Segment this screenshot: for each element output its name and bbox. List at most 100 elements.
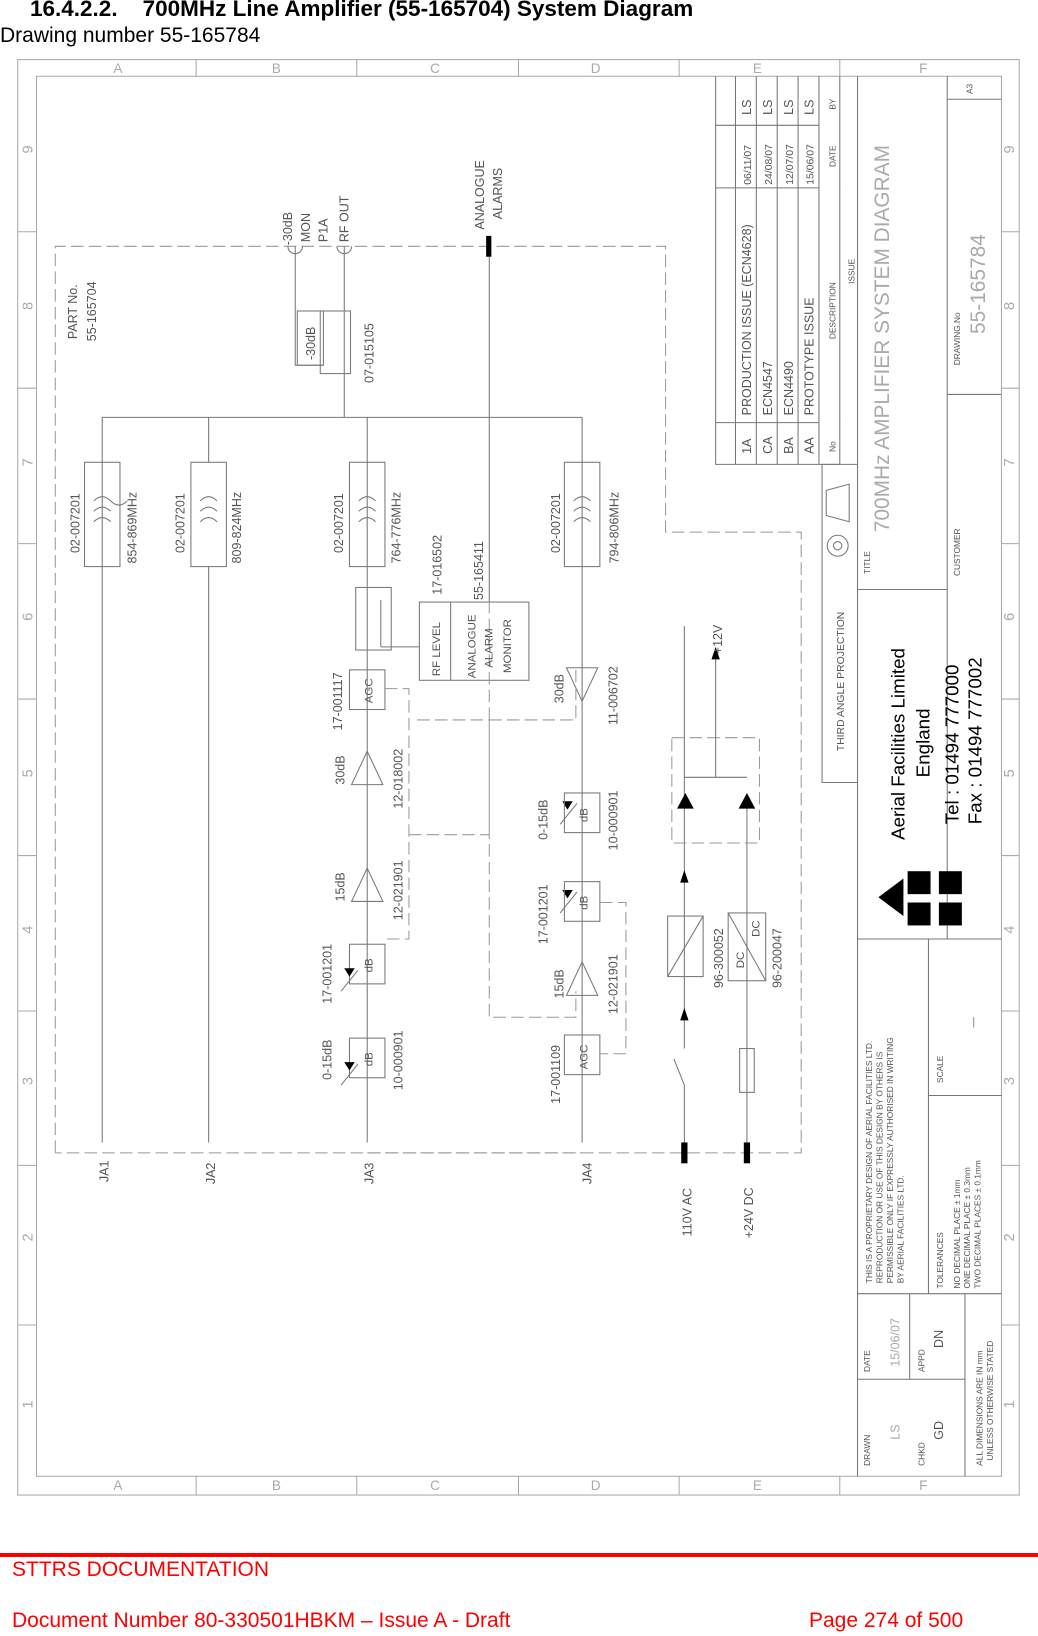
grid-row-label: 3 xyxy=(20,1077,36,1085)
mon-port-label: RF OUT xyxy=(337,195,351,242)
revision-header: DESCRIPTION xyxy=(828,282,838,339)
projection-label: THIRD ANGLE PROJECTION xyxy=(836,612,847,752)
agc-part: 17-001109 xyxy=(549,1045,563,1104)
filter-part: 02-007201 xyxy=(68,493,82,553)
company-fax: Fax : 01494 777002 xyxy=(965,657,986,824)
coupler-part: 07-015105 xyxy=(362,323,376,383)
rf-level-label: RF LEVEL xyxy=(431,622,443,676)
company-country: England xyxy=(913,708,934,777)
dimensions-note: UNLESS OTHERWISE STATED xyxy=(985,1341,995,1461)
grid-column-label: E xyxy=(753,61,762,76)
revision-description: PRODUCTION ISSUE (ECN4628) xyxy=(740,224,754,415)
dcdc-part: 96-200047 xyxy=(770,928,784,988)
drawn-label: DRAWN xyxy=(862,1435,872,1466)
revision-date: 06/11/07 xyxy=(743,145,754,185)
dcdc-label: DC xyxy=(735,952,747,969)
grid-row-label: 5 xyxy=(1002,769,1018,777)
grid-row-label: 7 xyxy=(1002,458,1018,466)
disclaimer-line: REPRODUCTION OR USE OF THIS DESIGN BY OT… xyxy=(875,1051,885,1283)
amp-gain: 15dB xyxy=(333,872,347,901)
filter-band: 764-776MHz xyxy=(390,492,404,564)
attenuator-label: dB xyxy=(578,895,590,909)
dcdc-label: DC xyxy=(750,920,762,937)
grid-row-label: 9 xyxy=(20,145,36,153)
revision-header: BY xyxy=(828,98,838,110)
company-name: Aerial Facilities Limited xyxy=(887,648,908,840)
attenuator-part: 17-001201 xyxy=(537,884,551,944)
tolerances-label: TOLERANCES xyxy=(935,1232,945,1289)
attenuator-label: dB xyxy=(363,1052,375,1066)
port-label: JA4 xyxy=(581,1163,595,1185)
revision-no: BA xyxy=(782,437,796,454)
revision-no: AA xyxy=(803,437,817,454)
revision-header: DATE xyxy=(828,145,838,167)
monitor-box-label: MONITOR xyxy=(502,619,514,673)
part-no-label: PART No. xyxy=(66,284,80,339)
tolerance-line: NO DECIMAL PLACE ± 1mm xyxy=(952,1180,962,1289)
monitor-box-label: ANALOGUE xyxy=(467,614,479,678)
coupler-value: -30dB xyxy=(304,327,318,360)
footer-organisation: STTRS DOCUMENTATION xyxy=(12,1558,270,1581)
grid-column-label: B xyxy=(272,1478,281,1493)
amp-part: 12-021901 xyxy=(392,860,406,920)
agc-label: AGC xyxy=(363,678,375,703)
revision-by: LS xyxy=(803,100,817,115)
agc-part: 17-001117 xyxy=(331,672,345,730)
grid-column-label: F xyxy=(919,61,927,76)
grid-row-label: 9 xyxy=(1002,145,1018,153)
amp-gain: 15dB xyxy=(552,969,566,998)
revision-by: LS xyxy=(782,100,796,115)
drawing-title: 700MHz AMPLIFIER SYSTEM DIAGRAM xyxy=(871,145,894,532)
amp-part: 11-006702 xyxy=(607,666,621,725)
alarms-label: ALARMS xyxy=(491,168,505,219)
filter-band: 794-806MHz xyxy=(608,492,622,564)
grid-row-label: 8 xyxy=(20,302,36,310)
mon-port-label: MON xyxy=(299,213,313,242)
grid-column-label: D xyxy=(591,1478,601,1493)
chkd-value: GD xyxy=(932,1421,946,1440)
logo-triangle xyxy=(878,878,904,917)
chkd-label: CHKD xyxy=(916,1442,926,1466)
tolerance-line: ONE DECIMAL PLACE ± 0.3mm xyxy=(962,1167,972,1288)
attenuator-range: 0-15dB xyxy=(321,1040,335,1080)
revision-description: PROTOTYPE ISSUE xyxy=(803,297,817,415)
revision-date: 12/07/07 xyxy=(785,144,796,185)
scale-label: SCALE xyxy=(935,1055,945,1083)
mon-port-label: P1A xyxy=(317,218,331,242)
disclaimer-line: PERMISSIBLE ONLY IF EXPRESSLY AUTHORISED… xyxy=(885,1037,895,1283)
monitor-part: 55-165411 xyxy=(472,541,486,600)
grid-row-label: 4 xyxy=(20,926,36,934)
attenuator-part: 17-001201 xyxy=(321,944,335,1004)
disclaimer-line: THIS IS A PROPRIETARY DESIGN OF AERIAL F… xyxy=(864,1041,874,1284)
drawing-no: 55-165784 xyxy=(967,234,990,334)
port-label: JA3 xyxy=(362,1163,376,1185)
ac-input-label: 110V AC xyxy=(681,1188,695,1236)
filter-part: 02-007201 xyxy=(332,493,346,553)
grid-row-label: 8 xyxy=(1002,302,1018,310)
amp-part: 12-018002 xyxy=(392,749,406,809)
company-tel: Tel : 01494 777000 xyxy=(942,665,963,825)
filter-band: 854-869MHz xyxy=(126,492,140,564)
grid-column-label: B xyxy=(272,61,281,76)
attenuator-range: 0-15dB xyxy=(537,800,551,840)
revision-header: ISSUE xyxy=(846,258,856,283)
disclaimer-line: BY AERIAL FACILITIES LTD. xyxy=(895,1175,905,1283)
grid-row-label: 1 xyxy=(20,1400,36,1408)
revision-no: 1A xyxy=(740,438,754,454)
footer-divider xyxy=(0,1553,1038,1557)
grid-column-label: C xyxy=(430,1478,440,1493)
grid-column-label: D xyxy=(591,61,601,76)
filter-part: 02-007201 xyxy=(549,493,563,553)
grid-column-label: E xyxy=(753,1478,762,1493)
part-no: 55-165704 xyxy=(85,281,99,341)
attenuator-part: 10-000901 xyxy=(392,1030,406,1090)
amp-gain: 30dB xyxy=(333,755,347,784)
revision-description: ECN4490 xyxy=(782,361,796,415)
revision-by: LS xyxy=(740,100,754,115)
port-label: JA1 xyxy=(97,1160,111,1182)
drawn-value: LS xyxy=(888,1424,902,1439)
customer-label: CUSTOMER xyxy=(952,528,962,576)
grid-row-label: 3 xyxy=(1002,1077,1018,1085)
grid-row-label: 5 xyxy=(20,769,36,777)
attenuator-label: dB xyxy=(578,808,590,822)
